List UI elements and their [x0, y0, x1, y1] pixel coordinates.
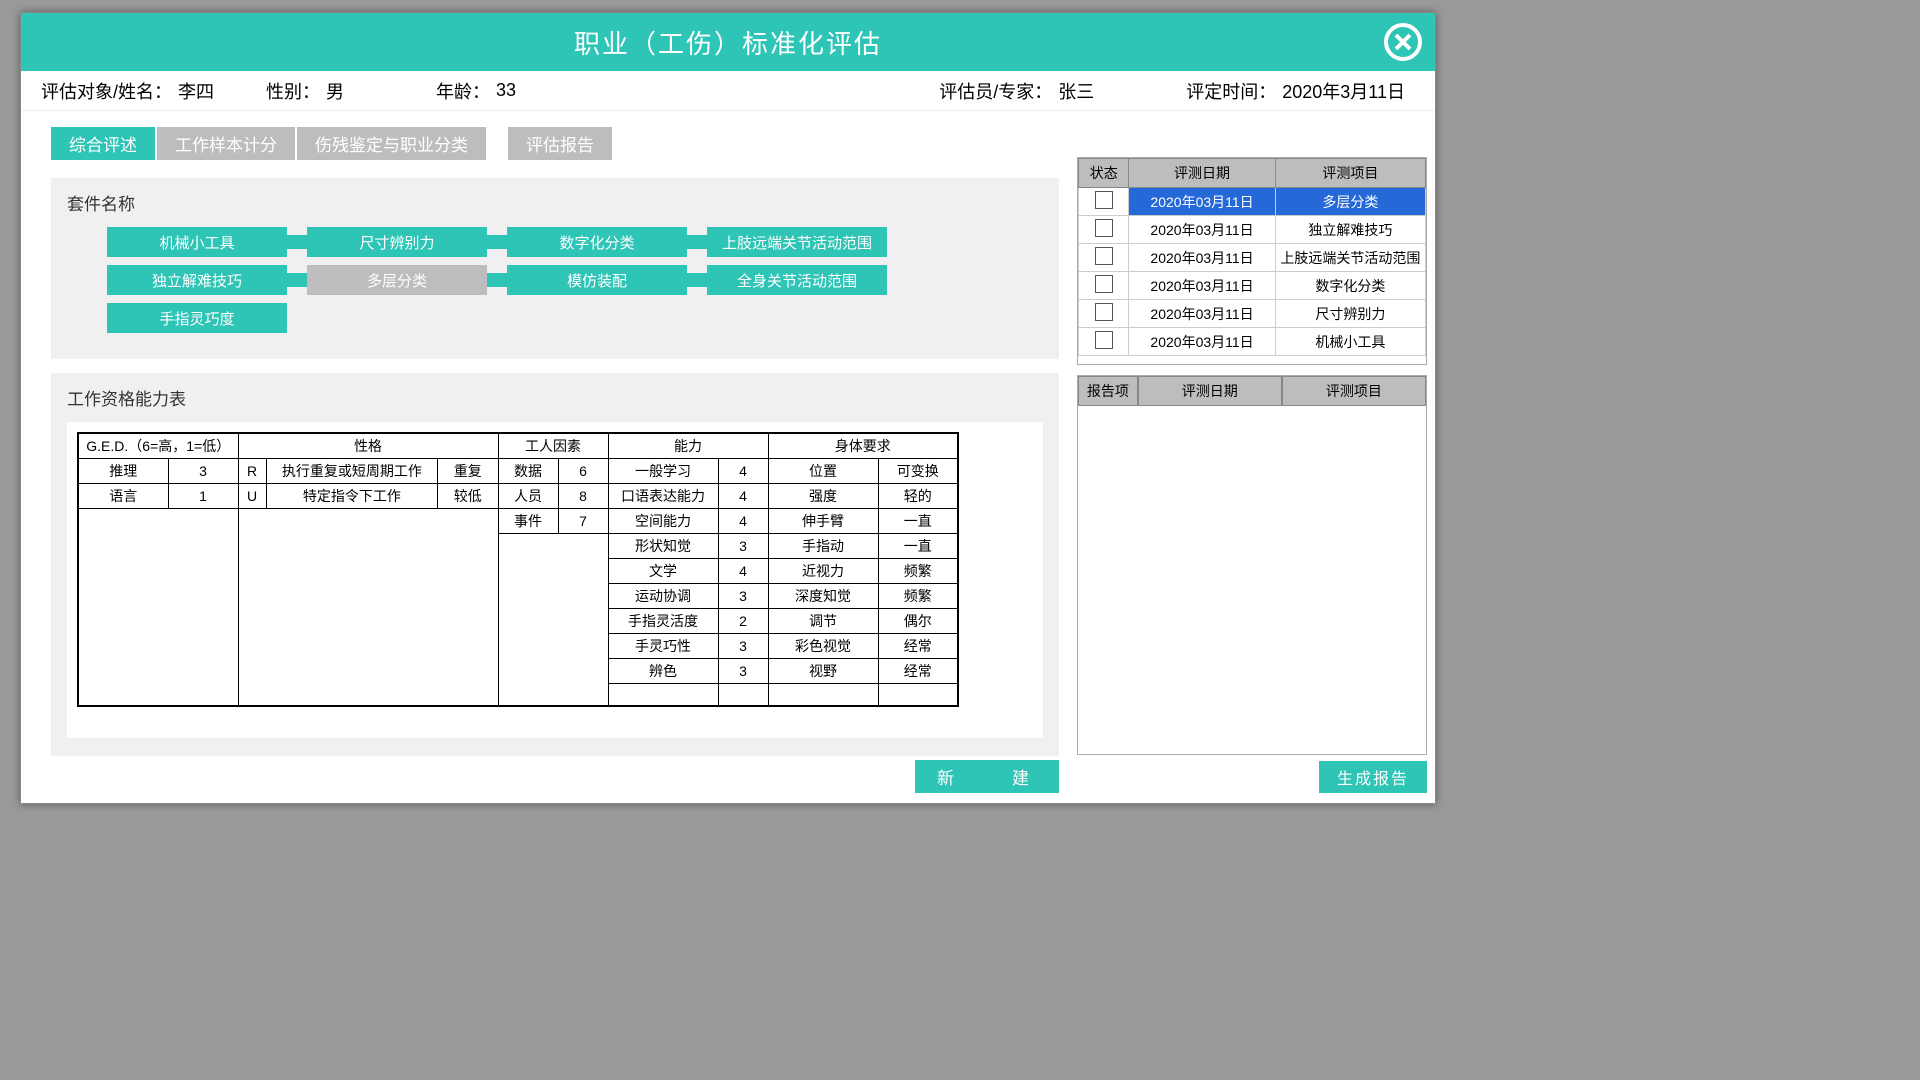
gender-value: 男 [326, 78, 344, 104]
checkbox[interactable] [1095, 247, 1113, 265]
age-label: 年龄： [436, 78, 490, 104]
ability-section: 工作资格能力表 G.E.D.（6=高，1=低） 性格 工人因素 能力 身体要求 … [51, 373, 1059, 756]
kits-section: 套件名称 机械小工具尺寸辨别力数字化分类上肢远端关节活动范围独立解难技巧多层分类… [51, 178, 1059, 359]
tab-1[interactable]: 工作样本计分 [157, 127, 295, 160]
report-grid-header: 报告项评测日期评测项目 [1078, 376, 1426, 406]
kit-item[interactable]: 全身关节活动范围 [707, 265, 887, 295]
checkbox[interactable] [1095, 303, 1113, 321]
tabs: 综合评述工作样本计分伤残鉴定与职业分类评估报告 [51, 127, 1059, 160]
checkbox[interactable] [1095, 191, 1113, 209]
eval-row[interactable]: 2020年03月11日独立解难技巧 [1079, 216, 1426, 244]
eval-row[interactable]: 2020年03月11日数字化分类 [1079, 272, 1426, 300]
kits-title: 套件名称 [67, 190, 1043, 215]
assessor-value: 张三 [1058, 78, 1094, 104]
kit-item[interactable]: 独立解难技巧 [107, 265, 287, 295]
ability-table-wrap: G.E.D.（6=高，1=低） 性格 工人因素 能力 身体要求 推理3 R执行重… [67, 422, 1043, 738]
report-header-cell: 评测项目 [1282, 376, 1426, 406]
kit-item[interactable]: 数字化分类 [507, 227, 687, 257]
date-value: 2020年3月11日 [1282, 78, 1405, 104]
close-button[interactable] [1383, 22, 1423, 62]
new-button[interactable]: 新 建 [915, 760, 1059, 793]
tab-2[interactable]: 伤残鉴定与职业分类 [297, 127, 486, 160]
checkbox[interactable] [1095, 275, 1113, 293]
close-icon [1383, 22, 1423, 62]
report-grid-body [1078, 406, 1426, 754]
kit-item[interactable]: 机械小工具 [107, 227, 287, 257]
gender-label: 性别： [266, 78, 320, 104]
checkbox[interactable] [1095, 219, 1113, 237]
eval-grid-wrap: 状态评测日期评测项目 2020年03月11日多层分类 2020年03月11日独立… [1077, 157, 1427, 365]
tab-0[interactable]: 综合评述 [51, 127, 155, 160]
date-label: 评定时间： [1186, 78, 1276, 104]
report-header-cell: 评测日期 [1138, 376, 1282, 406]
ability-title: 工作资格能力表 [67, 385, 1043, 410]
info-bar: 评估对象/姓名： 李四 性别： 男 年龄： 33 评估员/专家： 张三 评定时间… [21, 71, 1435, 111]
subject-label: 评估对象/姓名： [41, 78, 172, 104]
eval-row[interactable]: 2020年03月11日多层分类 [1079, 188, 1426, 216]
kit-item[interactable]: 多层分类 [307, 265, 487, 295]
tab-3[interactable]: 评估报告 [508, 127, 612, 160]
kit-item[interactable]: 模仿装配 [507, 265, 687, 295]
main-window: 职业（工伤）标准化评估 评估对象/姓名： 李四 性别： 男 年龄： 33 评估员… [20, 12, 1436, 804]
assessor-label: 评估员/专家： [939, 78, 1052, 104]
eval-grid[interactable]: 状态评测日期评测项目 2020年03月11日多层分类 2020年03月11日独立… [1078, 158, 1426, 356]
eval-row[interactable]: 2020年03月11日上肢远端关节活动范围 [1079, 244, 1426, 272]
checkbox[interactable] [1095, 331, 1113, 349]
kits-container: 机械小工具尺寸辨别力数字化分类上肢远端关节活动范围独立解难技巧多层分类模仿装配全… [67, 227, 1043, 341]
report-header-cell: 报告项 [1078, 376, 1138, 406]
titlebar: 职业（工伤）标准化评估 [21, 13, 1435, 71]
report-grid-wrap: 报告项评测日期评测项目 [1077, 375, 1427, 755]
kit-item[interactable]: 尺寸辨别力 [307, 227, 487, 257]
ability-table: G.E.D.（6=高，1=低） 性格 工人因素 能力 身体要求 推理3 R执行重… [77, 432, 959, 707]
eval-row[interactable]: 2020年03月11日机械小工具 [1079, 328, 1426, 356]
eval-row[interactable]: 2020年03月11日尺寸辨别力 [1079, 300, 1426, 328]
window-title: 职业（工伤）标准化评估 [574, 24, 882, 61]
subject-value: 李四 [178, 78, 214, 104]
kit-item[interactable]: 手指灵巧度 [107, 303, 287, 333]
generate-report-button[interactable]: 生成报告 [1319, 761, 1427, 793]
age-value: 33 [496, 80, 516, 101]
kit-item[interactable]: 上肢远端关节活动范围 [707, 227, 887, 257]
